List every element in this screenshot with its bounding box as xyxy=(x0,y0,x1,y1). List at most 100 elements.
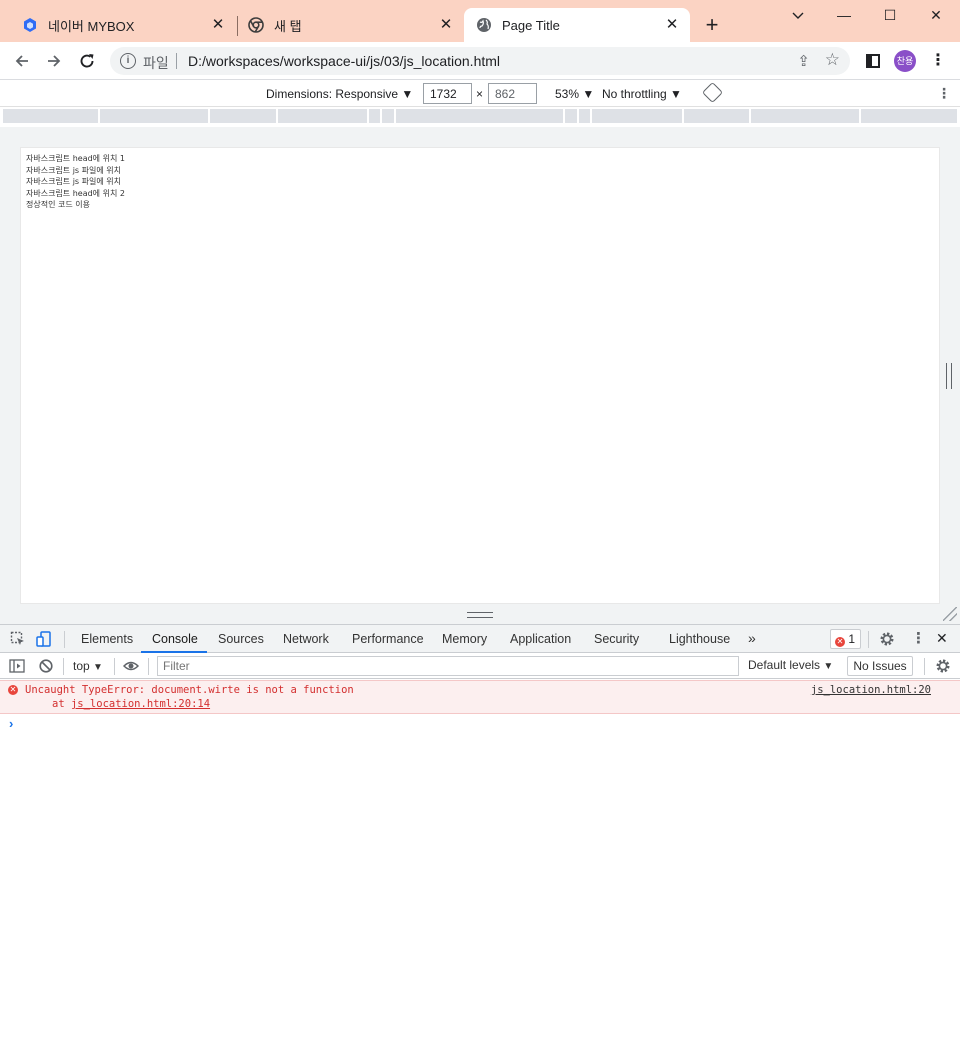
page-content: 자바스크립트 head에 위치 1 자바스크립트 js 파일에 위치 자바스크립… xyxy=(26,153,125,211)
bookmark-star-icon[interactable]: ☆ xyxy=(825,50,840,70)
caret-down-icon: ▼ xyxy=(93,662,103,673)
console-prompt[interactable]: › xyxy=(9,716,13,731)
dimensions-label: Dimensions: Responsive xyxy=(266,87,399,101)
console-error-message[interactable]: ✕ Uncaught TypeError: document.wirte is … xyxy=(0,680,960,714)
media-query-segment[interactable] xyxy=(396,109,563,123)
tab-memory[interactable]: Memory xyxy=(442,632,487,646)
reload-icon xyxy=(80,54,94,68)
gear-icon[interactable] xyxy=(879,631,895,647)
tab-elements[interactable]: Elements xyxy=(81,632,133,646)
tab-sources[interactable]: Sources xyxy=(218,632,264,646)
media-query-segment[interactable] xyxy=(684,109,749,123)
caret-down-icon: ▼ xyxy=(670,87,682,101)
device-viewport-area: 자바스크립트 head에 위치 1 자바스크립트 js 파일에 위치 자바스크립… xyxy=(0,127,960,624)
dimension-separator: × xyxy=(476,87,484,101)
corner-resize-handle[interactable] xyxy=(943,607,957,621)
tab-new-tab[interactable]: 새 탭 ✕ xyxy=(226,8,464,42)
clear-console-icon[interactable] xyxy=(38,658,54,674)
console-settings-gear-icon[interactable] xyxy=(935,658,951,674)
address-bar[interactable]: i 파일 D:/workspaces/workspace-ui/js/03/js… xyxy=(110,47,850,75)
share-icon[interactable]: ⇪ xyxy=(797,52,810,70)
back-button[interactable] xyxy=(10,49,34,73)
tab-page-title[interactable]: Page Title ✕ xyxy=(464,8,690,42)
minimize-button[interactable]: — xyxy=(821,4,867,28)
bottom-resize-handle[interactable] xyxy=(467,612,493,618)
sidebar-toggle-icon[interactable] xyxy=(9,658,25,674)
error-stack: at js_location.html:20:14 xyxy=(52,698,210,710)
throttling-dropdown[interactable]: No throttling ▼ xyxy=(602,87,682,101)
media-query-segment[interactable] xyxy=(579,109,590,123)
right-resize-handle[interactable] xyxy=(946,363,952,389)
device-toggle-icon[interactable] xyxy=(36,631,52,647)
tab-console[interactable]: Console xyxy=(152,632,198,646)
error-count-badge[interactable]: ✕ 1 xyxy=(830,629,861,649)
media-query-segment[interactable] xyxy=(100,109,208,123)
caret-down-icon: ▼ xyxy=(582,87,595,101)
side-panel-icon[interactable] xyxy=(866,54,880,68)
media-query-bar[interactable] xyxy=(0,107,960,127)
forward-button[interactable] xyxy=(42,49,66,73)
inspect-element-icon[interactable] xyxy=(10,631,26,647)
media-query-segment[interactable] xyxy=(382,109,394,123)
divider xyxy=(64,631,65,648)
zoom-dropdown[interactable]: 53% ▼ xyxy=(555,87,594,101)
rotate-icon[interactable] xyxy=(701,81,724,104)
width-input[interactable]: 1732 xyxy=(423,83,472,104)
context-selector[interactable]: top ▼ xyxy=(73,659,103,673)
media-query-segment[interactable] xyxy=(592,109,682,123)
tab-lighthouse[interactable]: Lighthouse xyxy=(669,632,730,646)
tab-security[interactable]: Security xyxy=(594,632,639,646)
media-query-segment[interactable] xyxy=(861,109,957,123)
eye-icon[interactable] xyxy=(123,658,139,674)
close-icon[interactable]: ✕ xyxy=(210,17,226,33)
console-toolbar: top ▼ Default levels ▼ No Issues xyxy=(0,653,960,679)
reload-button[interactable] xyxy=(75,49,99,73)
avatar[interactable]: 찬용 xyxy=(894,50,916,72)
levels-label: Default levels xyxy=(748,658,821,672)
divider xyxy=(176,53,177,69)
back-arrow-icon xyxy=(15,55,28,67)
devtools-menu-icon[interactable]: ⋮ xyxy=(911,629,926,647)
chevron-down-icon xyxy=(792,12,804,19)
error-count: 1 xyxy=(848,632,856,646)
tab-title: 네이버 MYBOX xyxy=(48,18,135,34)
console-filter-input[interactable] xyxy=(157,656,739,676)
device-toolbar: Dimensions: Responsive ▼ 1732 × 862 53% … xyxy=(0,81,960,107)
url-text[interactable]: D:/workspaces/workspace-ui/js/03/js_loca… xyxy=(188,53,500,69)
close-icon[interactable]: ✕ xyxy=(438,17,454,33)
tab-search-button[interactable] xyxy=(775,4,821,28)
tab-mybox[interactable]: 네이버 MYBOX ✕ xyxy=(0,8,236,42)
more-menu-icon[interactable]: ⋮ xyxy=(930,51,946,71)
device-more-icon[interactable]: ⋮ xyxy=(937,85,951,102)
dimensions-dropdown[interactable]: Dimensions: Responsive ▼ xyxy=(266,87,413,101)
globe-icon xyxy=(477,18,491,32)
media-query-segment[interactable] xyxy=(210,109,276,123)
divider xyxy=(114,658,115,675)
tab-network[interactable]: Network xyxy=(283,632,329,646)
info-icon[interactable]: i xyxy=(120,53,136,69)
page-text-line: 자바스크립트 js 파일에 위치 xyxy=(26,177,121,186)
tab-application[interactable]: Application xyxy=(510,632,571,646)
more-tabs-icon[interactable]: » xyxy=(748,630,756,646)
height-input[interactable]: 862 xyxy=(488,83,537,104)
log-levels-dropdown[interactable]: Default levels ▼ xyxy=(748,658,833,672)
divider xyxy=(868,631,869,648)
new-tab-button[interactable]: + xyxy=(700,14,724,38)
media-query-segment[interactable] xyxy=(751,109,859,123)
close-devtools-icon[interactable]: ✕ xyxy=(936,630,948,647)
divider xyxy=(63,658,64,675)
tab-performance[interactable]: Performance xyxy=(352,632,424,646)
media-query-segment[interactable] xyxy=(369,109,380,123)
media-query-segment[interactable] xyxy=(565,109,577,123)
error-icon: ✕ xyxy=(8,685,18,695)
issues-button[interactable]: No Issues xyxy=(847,656,913,676)
close-icon[interactable]: ✕ xyxy=(664,17,680,33)
source-link[interactable]: js_location.html:20 xyxy=(811,684,931,696)
media-query-segment[interactable] xyxy=(278,109,367,123)
page-text-line: 자바스크립트 js 파일에 위치 xyxy=(26,165,121,175)
maximize-button[interactable]: ☐ xyxy=(867,4,913,28)
media-query-segment[interactable] xyxy=(3,109,98,123)
scheme-label: 파일 xyxy=(143,55,169,71)
window-close-button[interactable]: ✕ xyxy=(913,4,959,28)
stack-link[interactable]: js_location.html:20:14 xyxy=(71,698,210,710)
